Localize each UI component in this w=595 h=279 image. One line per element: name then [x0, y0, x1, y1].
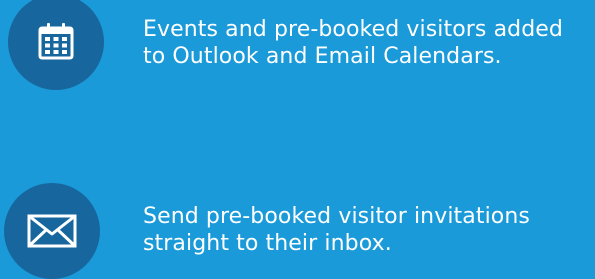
feature-description: Send pre-booked visitor invitations stra… [143, 203, 530, 257]
feature-text-line-2: straight to their inbox. [143, 231, 392, 256]
feature-description: Events and pre-booked visitors added to … [143, 16, 563, 70]
calendar-icon-badge [8, 0, 104, 90]
feature-calendar-integration: Events and pre-booked visitors added to … [0, 0, 595, 120]
calendar-icon [38, 23, 74, 60]
feature-email-invitations: Send pre-booked visitor invitations stra… [0, 175, 595, 279]
envelope-icon [27, 214, 77, 248]
feature-text-line-1: Events and pre-booked visitors added [143, 17, 563, 42]
envelope-icon-badge [4, 183, 100, 279]
feature-text-line-1: Send pre-booked visitor invitations [143, 204, 530, 229]
feature-text-line-2: to Outlook and Email Calendars. [143, 44, 502, 69]
